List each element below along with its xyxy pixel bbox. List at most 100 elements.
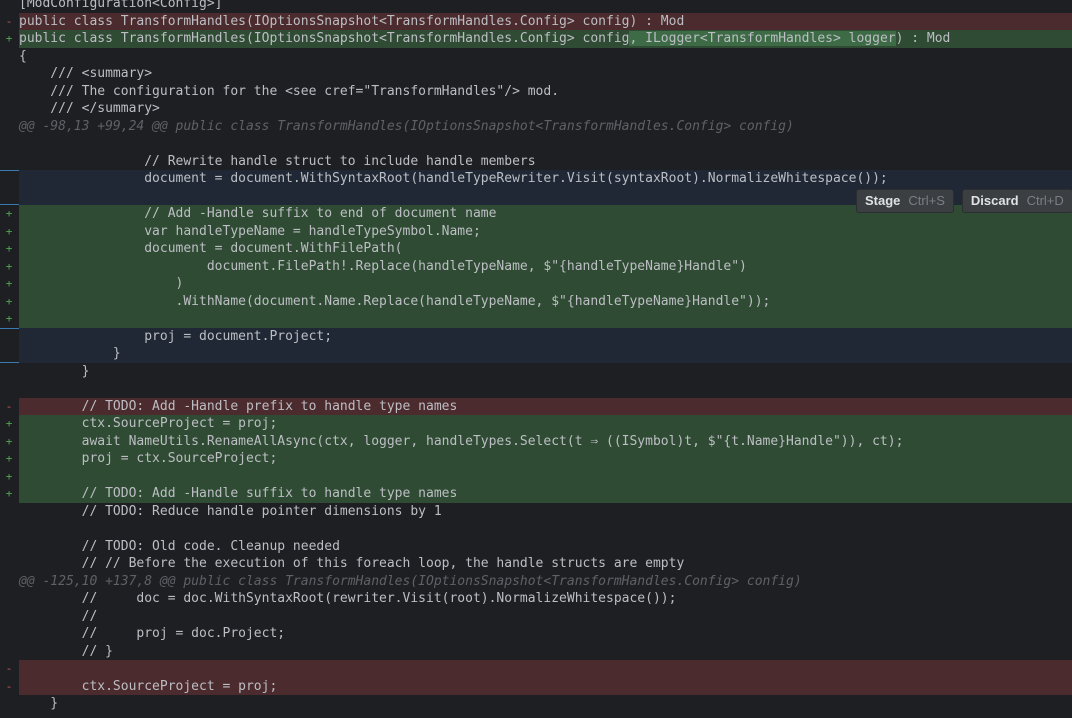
hunk-header: @@ -125,10 +137,8 @@ public class Transf… [0,573,1072,591]
diff-line: + var handleTypeName = handleTypeSymbol.… [0,222,1072,240]
diff-line: + document.FilePath!.Replace(handleTypeN… [0,257,1072,275]
code-text: // } [19,643,113,659]
diff-marker: - [5,662,13,675]
diff-line [0,520,1072,538]
code-text: // doc = doc.WithSyntaxRoot(rewriter.Vis… [19,591,677,606]
code-text: // TODO: Reduce handle pointer dimension… [19,503,442,519]
diff-line: } [0,363,1072,381]
diff-marker [0,328,18,346]
diff-line: } [0,345,1072,363]
code-text: /// <summary> [19,66,153,81]
diff-marker: + [5,277,13,290]
diff-line: - ctx.SourceProject = proj; [0,677,1072,695]
stage-label: Stage [865,193,901,208]
diff-marker: + [5,32,13,45]
code-text: // [19,608,98,624]
diff-line: // Rewrite handle struct to include hand… [0,153,1072,171]
discard-button[interactable]: Discard Ctrl+D [961,189,1072,213]
code-text: [ModConfiguration<Config>] [19,0,223,11]
diff-marker [0,170,18,188]
code-text [19,467,1072,485]
stage-button[interactable]: Stage Ctrl+S [856,189,954,213]
code-text: // TODO: Add -Handle suffix to handle ty… [19,485,1072,503]
code-text: ctx.SourceProject = proj; [19,677,1072,695]
diff-line [0,380,1072,398]
diff-marker [0,153,18,171]
code-text: // Rewrite handle struct to include hand… [19,153,536,169]
code-text: await NameUtils.RenameAllAsync(ctx, logg… [19,432,1072,450]
diff-marker [0,345,18,363]
diff-line: /// </summary> [0,100,1072,118]
code-text: // // Before the execution of this forea… [19,556,685,571]
diff-line: // // Before the execution of this forea… [0,555,1072,573]
diff-marker [0,363,18,381]
diff-editor[interactable]: [ModConfiguration<Config>] - public class … [0,0,1072,713]
diff-marker [0,48,18,66]
code-text: public class TransformHandles(IOptionsSn… [19,30,1072,48]
code-text: // TODO: Old code. Cleanup needed [19,538,340,554]
hunk-actions: Stage Ctrl+S Discard Ctrl+D [856,189,1072,213]
diff-marker: + [5,294,13,308]
diff-line: + [0,467,1072,485]
diff-marker [0,608,18,626]
diff-marker [0,100,18,118]
code-text: ctx.SourceProject = proj; [19,415,1072,433]
diff-marker: - [5,14,13,28]
diff-line: /// <summary> [0,65,1072,83]
diff-marker [0,520,18,538]
code-text: // proj = doc.Project; [19,626,286,641]
code-text: public class TransformHandles(IOptionsSn… [19,12,1072,30]
diff-line: + proj = ctx.SourceProject; [0,450,1072,468]
code-text: document = document.WithSyntaxRoot(handl… [19,170,1072,188]
diff-line: - public class TransformHandles(IOptionsS… [0,12,1072,30]
discard-shortcut: Ctrl+D [1026,193,1064,208]
diff-line: - // TODO: Add -Handle prefix to handle … [0,397,1072,415]
diff-marker [0,118,18,136]
diff-marker [0,573,18,591]
diff-marker: + [5,242,13,255]
code-text: // TODO: Add -Handle prefix to handle ty… [19,397,1072,415]
diff-marker: + [5,417,13,430]
diff-line: + ctx.SourceProject = proj; [0,415,1072,433]
diff-line: + [0,310,1072,328]
diff-marker: + [5,452,13,465]
diff-line: /// The configuration for the <see cref=… [0,83,1072,101]
code-text: .WithName(document.Name.Replace(handleTy… [19,292,1072,310]
diff-line: + document = document.WithFilePath( [0,240,1072,258]
diff-marker [0,538,18,556]
inline-added-text: , ILogger<TransformHandles> logger [629,31,896,46]
diff-marker [0,188,18,206]
diff-marker [0,590,18,608]
diff-marker: + [5,224,13,238]
diff-marker [0,0,18,13]
diff-line: + // TODO: Add -Handle suffix to handle … [0,485,1072,503]
diff-marker: + [5,259,13,273]
code-text: } [19,696,59,711]
diff-line: // TODO: Old code. Cleanup needed [0,538,1072,556]
diff-marker: + [5,434,13,448]
diff-marker [0,643,18,661]
diff-line: + await NameUtils.RenameAllAsync(ctx, lo… [0,432,1072,450]
diff-marker [0,695,18,713]
code-text: ) [19,275,1072,293]
diff-line: - [0,660,1072,678]
diff-marker: + [5,207,13,220]
diff-line: // doc = doc.WithSyntaxRoot(rewriter.Vis… [0,590,1072,608]
code-text: /// </summary> [19,101,160,116]
code-text: { [19,48,27,64]
diff-line: document = document.WithSyntaxRoot(handl… [0,170,1072,188]
code-text: var handleTypeName = handleTypeSymbol.Na… [19,222,1072,240]
diff-line: + ) [0,275,1072,293]
code-text: document = document.WithFilePath( [19,240,1072,258]
diff-marker [0,65,18,83]
diff-line: + .WithName(document.Name.Replace(handle… [0,292,1072,310]
code-text [19,660,1072,678]
diff-marker [0,555,18,573]
diff-marker: + [5,487,13,500]
code-text: @@ -98,13 +99,24 @@ public class Transfo… [19,118,794,134]
diff-line: // proj = doc.Project; [0,625,1072,643]
code-text: /// The configuration for the <see cref=… [19,83,560,99]
